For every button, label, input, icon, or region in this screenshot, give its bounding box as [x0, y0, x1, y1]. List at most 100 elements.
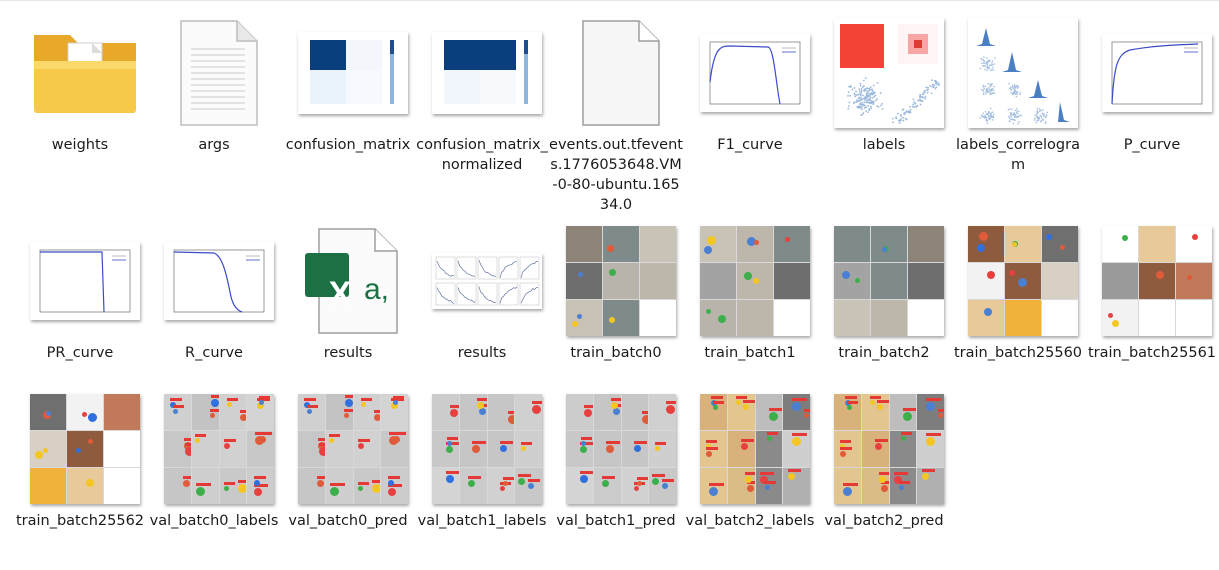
mosaic-tile	[487, 468, 515, 504]
file-item-train-batch25562[interactable]: train_batch25562	[13, 380, 147, 570]
object-marker	[1011, 242, 1017, 248]
file-item-labels-correlogram[interactable]: labels_correlogram	[951, 4, 1085, 194]
detection-label	[449, 404, 459, 408]
object-marker	[224, 443, 231, 450]
object-marker	[532, 405, 542, 415]
val-batch-thumbnail	[432, 394, 542, 504]
detection-label	[652, 474, 666, 478]
object-marker	[1108, 312, 1114, 318]
file-item-train-batch1[interactable]: train_batch1	[683, 212, 817, 402]
file-label: results	[457, 345, 507, 361]
object-marker	[743, 403, 750, 410]
detection-label	[317, 438, 325, 442]
object-marker	[240, 414, 247, 422]
file-item-confusion-matrix[interactable]: confusion_matrix	[281, 4, 415, 194]
file-label: train_batch25561	[1087, 345, 1217, 361]
mosaic-tile	[700, 394, 727, 430]
object-marker	[609, 268, 617, 276]
mosaic-tile	[459, 468, 487, 504]
object-marker	[468, 479, 476, 487]
object-marker	[1155, 270, 1164, 279]
mosaic-tile	[381, 394, 408, 430]
file-item-p-curve[interactable]: P_curve	[1085, 4, 1219, 194]
detection-label	[471, 440, 486, 444]
file-item-val-batch2-labels[interactable]: val_batch2_labels	[683, 380, 817, 570]
mosaic-tile	[700, 468, 727, 504]
file-item-f1-curve[interactable]: F1_curve	[683, 4, 817, 194]
detection-label	[743, 399, 755, 403]
file-item-weights[interactable]: weights	[13, 4, 147, 194]
results-plots-thumbnail	[432, 226, 542, 336]
mosaic-tile	[191, 468, 219, 504]
object-marker	[752, 277, 759, 284]
object-marker	[874, 442, 882, 450]
object-marker	[478, 407, 486, 415]
file-label: confusion_matrix_normalized	[416, 137, 548, 173]
file-item-pr-curve[interactable]: PR_curve	[13, 212, 147, 402]
object-marker	[608, 317, 615, 324]
object-marker	[984, 307, 993, 316]
file-item-train-batch0[interactable]: train_batch0	[549, 212, 683, 402]
detection-label	[634, 440, 648, 444]
object-marker	[317, 479, 325, 487]
detection-label	[710, 395, 723, 399]
mosaic-tile	[164, 431, 191, 467]
file-item-labels[interactable]: labels	[817, 4, 951, 194]
file-item-args[interactable]: args	[147, 4, 281, 194]
detection-label	[713, 401, 725, 405]
object-marker	[1009, 270, 1016, 277]
mosaic-tile	[353, 468, 381, 504]
object-marker	[87, 413, 97, 423]
mosaic-tile	[219, 394, 247, 430]
object-marker	[652, 478, 660, 486]
file-item-train-batch25561[interactable]: train_batch25561	[1085, 212, 1219, 402]
file-item-results-png[interactable]: results	[415, 212, 549, 402]
file-item-r-curve[interactable]: R_curve	[147, 212, 281, 402]
mosaic-tile	[968, 226, 1004, 262]
detection-label	[666, 401, 676, 405]
file-item-val-batch0-labels[interactable]: val_batch0_labels	[147, 380, 281, 570]
object-marker	[1045, 234, 1052, 241]
file-item-val-batch1-labels[interactable]: val_batch1_labels	[415, 380, 549, 570]
object-marker	[839, 450, 846, 457]
detection-label	[844, 395, 857, 399]
mosaic-tile	[459, 431, 487, 467]
detection-label	[446, 437, 458, 441]
file-item-confusion-matrix-normalized[interactable]: confusion_matrix_normalized	[415, 4, 549, 194]
detection-label	[210, 395, 219, 399]
object-marker	[612, 407, 620, 415]
mosaic-tile	[700, 431, 727, 467]
file-item-val-batch0-pred[interactable]: val_batch0_pred	[281, 380, 415, 570]
mosaic-tile	[1005, 263, 1041, 299]
mosaic-tile	[621, 468, 649, 504]
detection-label	[580, 437, 592, 441]
mosaic-tile	[621, 394, 649, 430]
file-item-results-csv[interactable]: X a, results	[281, 212, 415, 402]
file-item-val-batch1-pred[interactable]: val_batch1_pred	[549, 380, 683, 570]
object-marker	[518, 478, 526, 486]
mosaic-tile	[917, 394, 944, 430]
file-item-tfevents[interactable]: events.out.tfevents.1776053648.VM-0-80-u…	[549, 4, 683, 213]
file-label: val_batch2_pred	[824, 513, 944, 529]
file-item-val-batch2-pred[interactable]: val_batch2_pred	[817, 380, 951, 570]
mosaic-tile	[353, 394, 381, 430]
object-marker	[938, 413, 944, 419]
object-marker	[503, 480, 509, 486]
mosaic-tile	[737, 300, 773, 336]
detection-label	[903, 407, 917, 411]
detection-label	[769, 407, 783, 411]
object-marker	[210, 399, 219, 408]
train-batch-thumbnail	[1102, 226, 1212, 336]
file-label: val_batch1_labels	[417, 513, 547, 529]
object-marker	[572, 320, 579, 327]
detection-label	[870, 395, 882, 399]
detection-label	[792, 397, 808, 401]
mosaic-tile	[566, 300, 602, 336]
object-marker	[81, 412, 87, 418]
mosaic-tile	[889, 431, 917, 467]
train-batch-thumbnail	[566, 226, 676, 336]
detection-label	[360, 397, 372, 401]
file-item-train-batch25560[interactable]: train_batch25560	[951, 212, 1085, 402]
mosaic-tile	[834, 263, 870, 299]
file-item-train-batch2[interactable]: train_batch2	[817, 212, 951, 402]
